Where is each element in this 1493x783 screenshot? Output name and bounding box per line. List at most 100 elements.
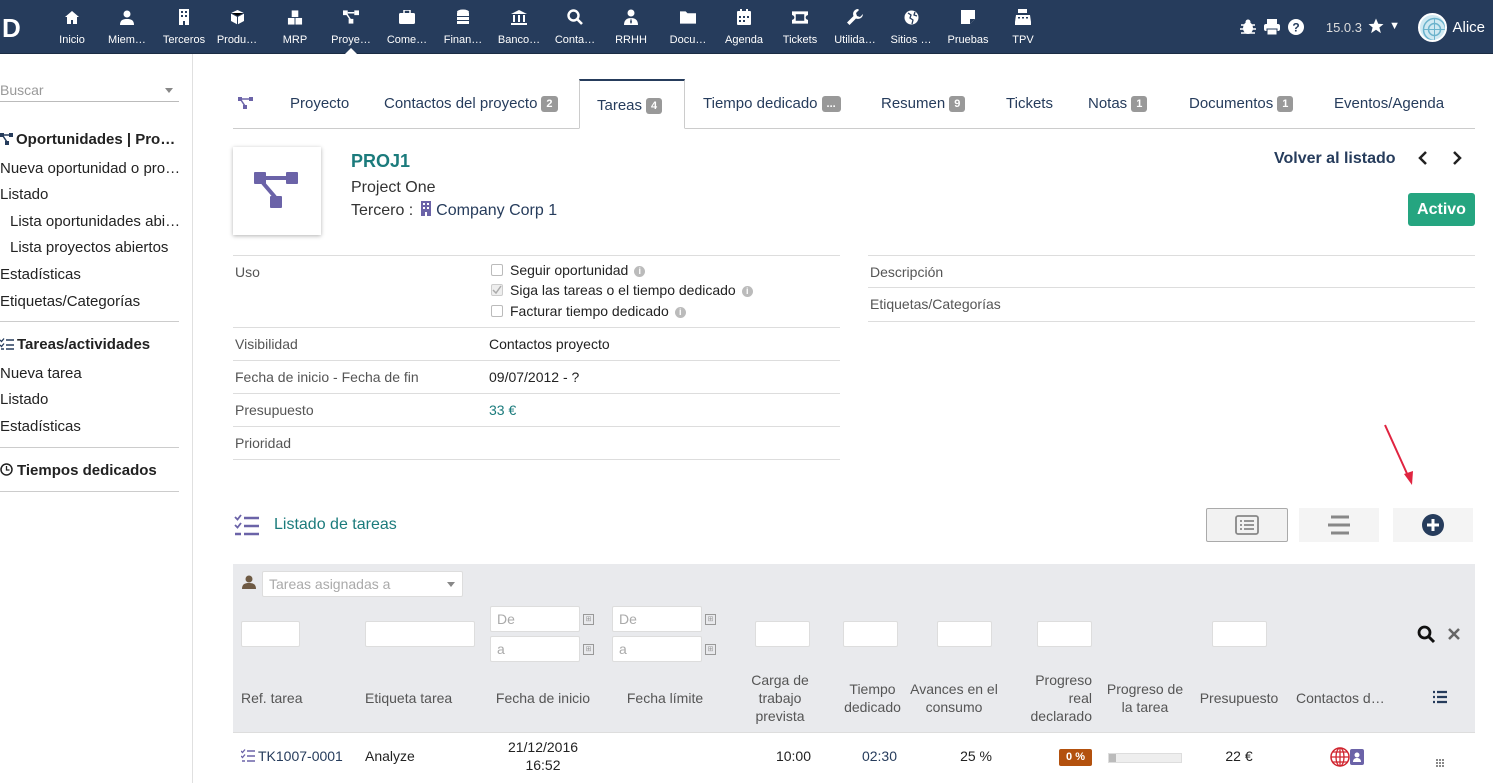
sidebar-item-new-task[interactable]: Nueva tarea (0, 365, 82, 382)
globe-contact-icon[interactable] (1330, 747, 1350, 767)
menu-item-14[interactable]: Utilida… (830, 0, 880, 54)
column-header-end[interactable]: Fecha límite (612, 689, 718, 707)
sidebar-item-tags[interactable]: Etiquetas/Categorías (0, 293, 140, 310)
bookmarks-star-icon[interactable] (1367, 17, 1387, 37)
filter-progress-calc-input[interactable] (937, 621, 992, 647)
column-header-planned[interactable]: Carga de trabajo prevista (745, 671, 815, 725)
menu-item-13[interactable]: Tickets (779, 0, 821, 54)
sidebar-item-new-opportunity[interactable]: Nueva oportunidad o pro… (0, 160, 180, 177)
column-header-progress-calc[interactable]: Avances en el consumo (910, 680, 998, 716)
next-record-icon[interactable] (1451, 150, 1465, 166)
calendar-icon[interactable]: ⊞ (705, 644, 716, 655)
view-gantt-button[interactable] (1299, 508, 1379, 542)
tab-project-contacts[interactable]: Contactos del proyecto 2 (384, 79, 558, 129)
clear-filter-icon[interactable] (1447, 627, 1461, 641)
column-header-budget[interactable]: Presupuesto (1195, 689, 1283, 707)
column-header-spent[interactable]: Tiempo dedicado (835, 680, 910, 716)
user-name[interactable]: Alice (1452, 19, 1485, 36)
sidebar-item-task-list[interactable]: Listado (0, 391, 48, 408)
checkbox[interactable] (491, 305, 503, 317)
sidebar-section-opportunities[interactable]: Oportunidades | Pro… (0, 131, 175, 149)
column-header-contacts[interactable]: Contactos d… (1296, 689, 1385, 707)
filter-end-to-input[interactable]: a (612, 636, 702, 662)
filter-start-to-input[interactable]: a (490, 636, 580, 662)
filter-planned-input[interactable] (755, 621, 810, 647)
contact-card-icon[interactable] (1350, 749, 1364, 765)
column-header-ref[interactable]: Ref. tarea (241, 689, 302, 707)
checkbox-checked[interactable] (491, 284, 503, 296)
column-header-start[interactable]: Fecha de inicio (485, 689, 601, 707)
sidebar-section-tasks[interactable]: Tareas/actividades (0, 336, 150, 354)
print-icon[interactable] (1263, 18, 1281, 36)
tab-label: Tickets (1006, 95, 1053, 112)
logo-icon[interactable]: D (2, 14, 28, 42)
chevron-down-icon[interactable]: ▼ (1389, 20, 1400, 32)
tab-events[interactable]: Eventos/Agenda (1334, 79, 1444, 129)
menu-item-6[interactable]: Come… (381, 0, 433, 54)
filter-ref-input[interactable] (241, 621, 300, 647)
task-ref-link[interactable]: TK1007-0001 (240, 748, 343, 765)
calendar-icon[interactable]: ⊞ (705, 614, 716, 625)
usage-option-opportunity[interactable]: Seguir oportunidad i (491, 262, 646, 278)
help-icon[interactable]: ? (1287, 18, 1305, 36)
sidebar-item-open-projects[interactable]: Lista proyectos abiertos (10, 239, 168, 256)
column-header-progress-declared[interactable]: Progreso real declarado (1018, 671, 1093, 725)
thirdparty-link[interactable]: Company Corp 1 (436, 202, 557, 219)
tab-project[interactable]: Proyecto (290, 79, 349, 129)
calendar-icon[interactable]: ⊞ (583, 644, 594, 655)
menu-item-5[interactable]: Proye… (326, 0, 376, 54)
previous-record-icon[interactable] (1417, 150, 1431, 166)
sidebar-item-open-opportunities[interactable]: Lista oportunidades abi… (10, 213, 180, 230)
column-selector-icon[interactable] (1432, 690, 1448, 704)
menu-item-0[interactable]: Inicio (44, 0, 100, 54)
search-icon[interactable] (1417, 625, 1437, 645)
view-list-button[interactable] (1206, 508, 1288, 542)
tab-documents[interactable]: Documentos 1 (1189, 79, 1294, 129)
tab-project-icon[interactable] (237, 79, 255, 129)
menu-item-label: MRP (282, 34, 308, 46)
sidebar-item-task-statistics[interactable]: Estadísticas (0, 418, 81, 435)
back-to-list-link[interactable]: Volver al listado (1274, 150, 1396, 168)
filter-start-from-input[interactable]: De (490, 606, 580, 632)
menu-item-4[interactable]: MRP (270, 0, 320, 54)
filter-budget-input[interactable] (1212, 621, 1267, 647)
menu-item-17[interactable]: TPV (1003, 0, 1043, 54)
menu-item-7[interactable]: Finan… (438, 0, 488, 54)
filter-progress-declared-input[interactable] (1037, 621, 1092, 647)
menu-item-15[interactable]: Sitios … (887, 0, 935, 54)
menu-item-16[interactable]: Pruebas (944, 0, 992, 54)
top-menu-bar: D Inicio Miem… Terceros Produ… MRP Proye… Come… (0, 0, 1493, 54)
sidebar-item-statistics[interactable]: Estadísticas (0, 266, 81, 283)
menu-item-10[interactable]: RRHH (610, 0, 652, 54)
filter-spent-input[interactable] (843, 621, 898, 647)
filter-label-input[interactable] (365, 621, 475, 647)
assigned-to-select[interactable]: Tareas asignadas a (262, 571, 463, 597)
column-header-label[interactable]: Etiqueta tarea (365, 689, 452, 707)
avatar[interactable] (1418, 13, 1447, 42)
sidebar-item-list[interactable]: Listado (0, 186, 48, 203)
usage-option-tasks[interactable]: Siga las tareas o el tiempo dedicado i (491, 282, 753, 298)
checkbox[interactable] (491, 264, 503, 276)
usage-option-bill-time[interactable]: Facturar tiempo dedicado i (491, 303, 686, 319)
menu-item-1[interactable]: Miem… (104, 0, 150, 54)
sidebar-section-time-spent[interactable]: Tiempos dedicados (0, 462, 157, 480)
menu-item-9[interactable]: Conta… (552, 0, 598, 54)
menu-item-11[interactable]: Docu… (664, 0, 712, 54)
tab-time-spent[interactable]: Tiempo dedicado... (703, 79, 841, 129)
column-header-progress-task[interactable]: Progreso de la tarea (1105, 680, 1185, 716)
menu-item-8[interactable]: Banco… (494, 0, 544, 54)
menu-item-12[interactable]: Agenda (721, 0, 767, 54)
tab-tickets[interactable]: Tickets (1006, 79, 1053, 129)
menu-item-3[interactable]: Produ… (212, 0, 262, 54)
task-spent-link[interactable]: 02:30 (835, 748, 897, 764)
tab-notes[interactable]: Notas 1 (1088, 79, 1148, 129)
menu-item-2[interactable]: Terceros (156, 0, 212, 54)
tab-summary[interactable]: Resumen 9 (881, 79, 966, 129)
calendar-icon[interactable]: ⊞ (583, 614, 594, 625)
add-task-button[interactable] (1393, 508, 1473, 542)
search-select[interactable]: Buscar (0, 78, 179, 102)
tab-tasks[interactable]: Tareas 4 (579, 79, 685, 129)
row-menu-icon[interactable] (1436, 754, 1444, 767)
bug-icon[interactable] (1239, 18, 1257, 36)
filter-end-from-input[interactable]: De (612, 606, 702, 632)
